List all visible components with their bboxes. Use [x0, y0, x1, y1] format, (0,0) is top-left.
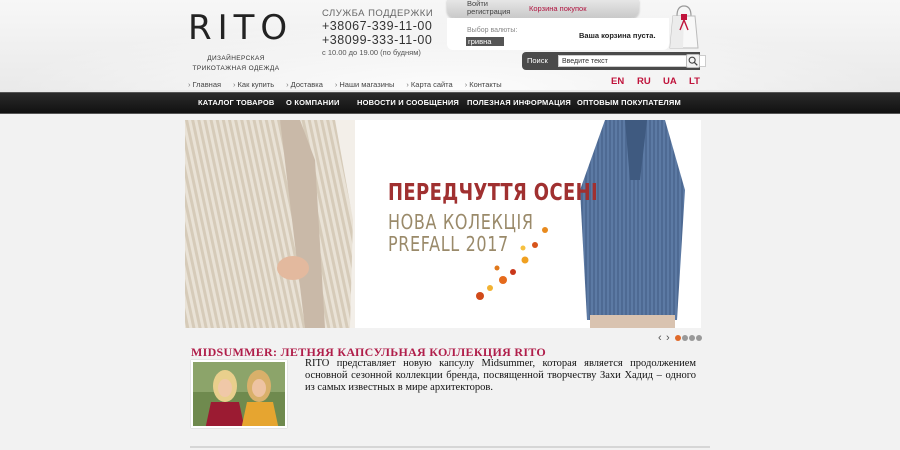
slider-prev-icon[interactable]: ‹: [658, 333, 666, 344]
toplink-sitemap[interactable]: › Карта сайта: [406, 80, 452, 89]
hero-banner[interactable]: ПЕРЕДЧУТТЯ ОСЕНІ НОВА КОЛЕКЦІЯ PREFALL 2…: [185, 120, 701, 328]
support-phone-2: +38099-333-11-00: [322, 33, 433, 47]
bullet-icon: ›: [233, 80, 236, 89]
cart-link[interactable]: Корзина покупок: [529, 4, 587, 13]
article-photo: [193, 362, 285, 426]
toplink-stores[interactable]: › Наши магазины: [335, 80, 395, 89]
toplink-contacts[interactable]: › Контакты: [465, 80, 502, 89]
slider-dot[interactable]: [675, 335, 681, 341]
lang-en[interactable]: EN: [611, 76, 637, 87]
support-block: СЛУЖБА ПОДДЕРЖКИ +38067-339-11-00 +38099…: [322, 8, 442, 57]
account-tab: Войти регистрация Корзина покупок: [447, 0, 639, 18]
lang-ua[interactable]: UA: [663, 76, 689, 87]
search-icon[interactable]: [686, 54, 700, 68]
currency-select[interactable]: гривна: [466, 37, 504, 46]
divider: [190, 446, 710, 448]
logo-brand: RITO: [188, 8, 294, 48]
bullet-icon: ›: [406, 80, 409, 89]
support-title: СЛУЖБА ПОДДЕРЖКИ: [322, 8, 434, 19]
logo-tagline: ДИЗАЙНЕРСКАЯ ТРИКОТАЖНАЯ ОДЕЖДА: [192, 55, 280, 72]
support-hours: с 10.00 до 19.00 (по будням): [322, 48, 421, 57]
toplink-label: Наши магазины: [339, 80, 395, 89]
cart-status: Ваша корзина пуста.: [579, 31, 656, 40]
account-links: Войти регистрация: [467, 0, 510, 16]
nav-news[interactable]: НОВОСТИ И СООБЩЕНИЯ: [357, 98, 459, 107]
article-text: RITO представляет новую капсулу Midsumme…: [305, 358, 696, 393]
search-bar: Поиск: [522, 52, 706, 70]
nav-info[interactable]: ПОЛЕЗНАЯ ИНФОРМАЦИЯ: [467, 98, 571, 107]
nav-catalog[interactable]: КАТАЛОГ ТОВАРОВ: [198, 98, 275, 107]
banner-title: ПЕРЕДЧУТТЯ ОСЕНІ: [388, 180, 599, 206]
top-links: › Главная › Как купить › Доставка › Наши маг…: [188, 80, 514, 89]
banner-subtitle-2: PREFALL 2017: [388, 232, 509, 256]
toplink-label: Как купить: [237, 80, 275, 89]
currency-label: Выбор валюты:: [467, 27, 518, 34]
slider-dot[interactable]: [689, 335, 695, 341]
shopping-bag-icon[interactable]: [668, 4, 700, 52]
lang-lt[interactable]: LT: [689, 76, 715, 87]
slider-dot[interactable]: [696, 335, 702, 341]
main-nav: КАТАЛОГ ТОВАРОВ О КОМПАНИИ НОВОСТИ И СОО…: [0, 92, 900, 114]
support-phone-1: +38067-339-11-00: [322, 19, 433, 33]
article-thumbnail[interactable]: [191, 360, 287, 428]
toplink-label: Главная: [192, 80, 222, 89]
register-link[interactable]: регистрация: [467, 7, 510, 16]
nav-about[interactable]: О КОМПАНИИ: [286, 98, 340, 107]
bullet-icon: ›: [334, 80, 338, 89]
slider-controls: ‹ ›: [658, 333, 702, 344]
toplink-label: Карта сайта: [410, 80, 453, 89]
toplink-home[interactable]: › Главная: [188, 80, 221, 89]
banner-subtitle-1: НОВА КОЛЕКЦІЯ: [388, 210, 534, 234]
slider-next-icon[interactable]: ›: [666, 333, 674, 344]
nav-wholesale[interactable]: ОПТОВЫМ ПОКУПАТЕЛЯМ: [577, 98, 681, 107]
bullet-icon: ›: [464, 80, 468, 89]
toplink-label: Доставка: [290, 80, 323, 89]
toplink-delivery[interactable]: › Доставка: [286, 80, 323, 89]
logo[interactable]: RITO ДИЗАЙНЕРСКАЯ ТРИКОТАЖНАЯ ОДЕЖДА: [188, 8, 288, 74]
slider-dot[interactable]: [682, 335, 688, 341]
search-label: Поиск: [527, 56, 548, 65]
language-switcher: EN RU UA LT: [611, 76, 715, 87]
toplink-label: Контакты: [469, 80, 502, 89]
search-input[interactable]: [558, 55, 706, 67]
bullet-icon: ›: [188, 80, 191, 89]
lang-ru[interactable]: RU: [637, 76, 663, 87]
toplink-how-to-buy[interactable]: › Как купить: [233, 80, 274, 89]
bullet-icon: ›: [286, 80, 289, 89]
cart-panel: Выбор валюты: гривна Ваша корзина пуста.: [447, 18, 669, 50]
